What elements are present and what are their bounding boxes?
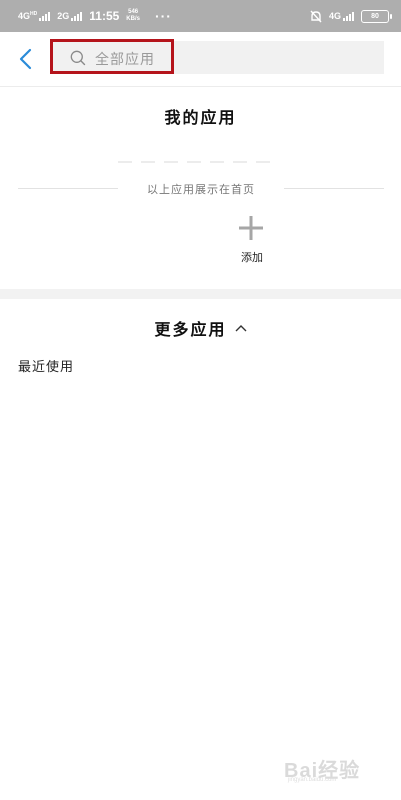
my-apps-section: 我的应用 以上应用展示在首页 添加 — [0, 87, 401, 289]
signal-2g-icon: 2G — [57, 11, 83, 21]
search-icon — [70, 50, 86, 66]
watermark-sub: jingyan.baidu.com — [288, 777, 337, 783]
home-divider: 以上应用展示在首页 — [18, 181, 384, 196]
clock: 11:55 — [89, 9, 120, 23]
chevron-left-icon — [19, 48, 32, 70]
home-hint: 以上应用展示在首页 — [147, 183, 255, 196]
baidu-watermark: Bai经验 jingyan.baidu.com — [284, 752, 394, 788]
empty-slots — [118, 161, 270, 163]
search-input[interactable]: 全部应用 — [50, 39, 384, 74]
my-apps-title: 我的应用 — [164, 108, 237, 127]
network-speed-unit: KB/s — [126, 16, 140, 22]
back-button[interactable] — [14, 46, 40, 72]
chevron-up-icon — [235, 325, 246, 332]
plus-icon — [239, 216, 263, 240]
signal-4g-right-icon: 4G — [329, 11, 354, 21]
battery-level: 80 — [371, 12, 379, 20]
recent-used-label: 最近使用 — [18, 360, 75, 375]
battery-icon: 80 — [361, 9, 392, 23]
status-bar: 4G HD 2G 11:55 546 KB/s ··· 4G 80 — [0, 0, 401, 32]
more-apps-title: 更多应用 — [154, 320, 227, 339]
network-hd-label: HD — [30, 11, 38, 17]
network-type-label: 4G — [18, 11, 31, 21]
search-placeholder: 全部应用 — [95, 52, 155, 68]
status-bar-right: 4G 80 — [310, 9, 392, 23]
header: 全部应用 — [0, 32, 401, 87]
signal-4g-icon: 4G HD — [18, 11, 51, 21]
add-label: 添加 — [241, 251, 263, 264]
network-type-label-2: 2G — [57, 11, 70, 21]
more-apps-toggle[interactable]: 更多应用 — [0, 315, 401, 341]
more-notifications-icon: ··· — [154, 8, 172, 24]
network-speed: 546 KB/s — [126, 9, 140, 23]
network-type-label-3: 4G — [328, 11, 341, 21]
network-speed-value: 546 — [128, 9, 139, 15]
section-separator — [0, 289, 401, 299]
add-app-button[interactable]: 添加 — [232, 215, 276, 271]
status-bar-left: 4G HD 2G 11:55 546 KB/s ··· — [18, 8, 172, 24]
notification-off-icon — [310, 10, 322, 22]
